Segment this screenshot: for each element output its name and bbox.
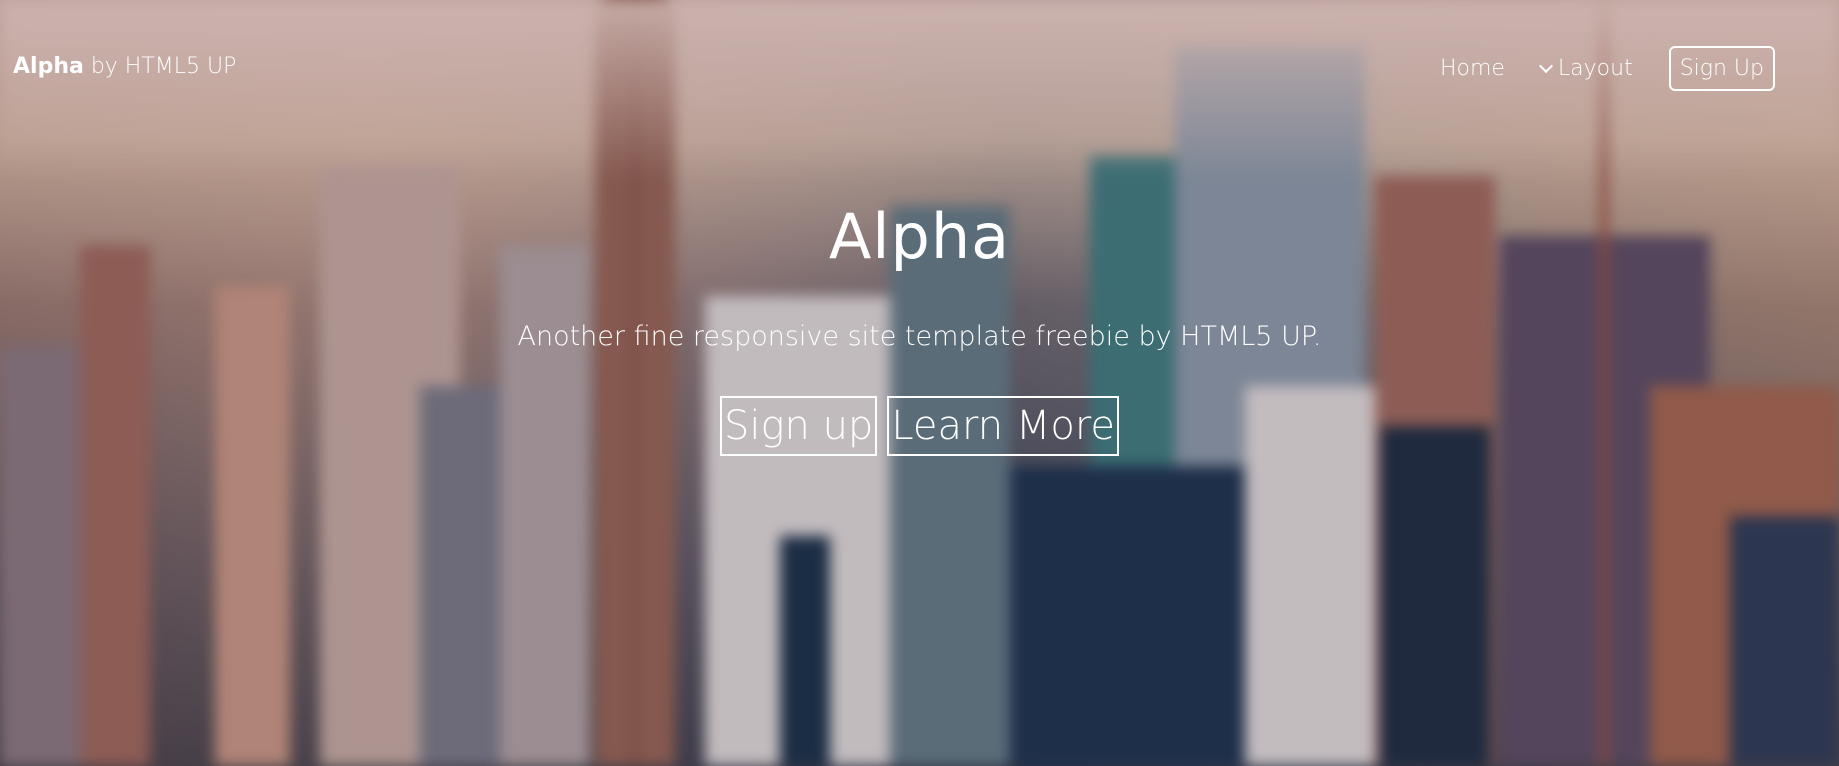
hero-subtitle: Another fine responsive site template fr… <box>517 321 1322 352</box>
nav-signup-button[interactable]: Sign Up <box>1668 46 1775 91</box>
hero-section: Alpha Another fine responsive site templ… <box>0 200 1839 456</box>
hero-title: Alpha <box>828 200 1011 273</box>
logo-brand: Alpha <box>13 54 84 79</box>
nav-layout-dropdown[interactable]: Layout <box>1538 56 1633 81</box>
site-header: Alpha by HTML5 UP Home Layout Sign Up <box>0 0 1839 140</box>
logo-byline: by HTML5 UP <box>90 54 237 79</box>
nav-home-link[interactable]: Home <box>1440 56 1505 81</box>
chevron-down-icon <box>1538 58 1553 74</box>
nav-layout-label: Layout <box>1557 56 1633 81</box>
hero-actions: Sign up Learn More <box>0 396 1839 456</box>
main-nav: Home Layout Sign Up <box>1404 46 1775 91</box>
learn-more-button[interactable]: Learn More <box>887 396 1119 456</box>
banner-hero-background: Alpha by HTML5 UP Home Layout Sign Up Al… <box>0 0 1839 766</box>
signup-button[interactable]: Sign up <box>720 396 878 456</box>
site-logo[interactable]: Alpha by HTML5 UP <box>13 54 236 79</box>
